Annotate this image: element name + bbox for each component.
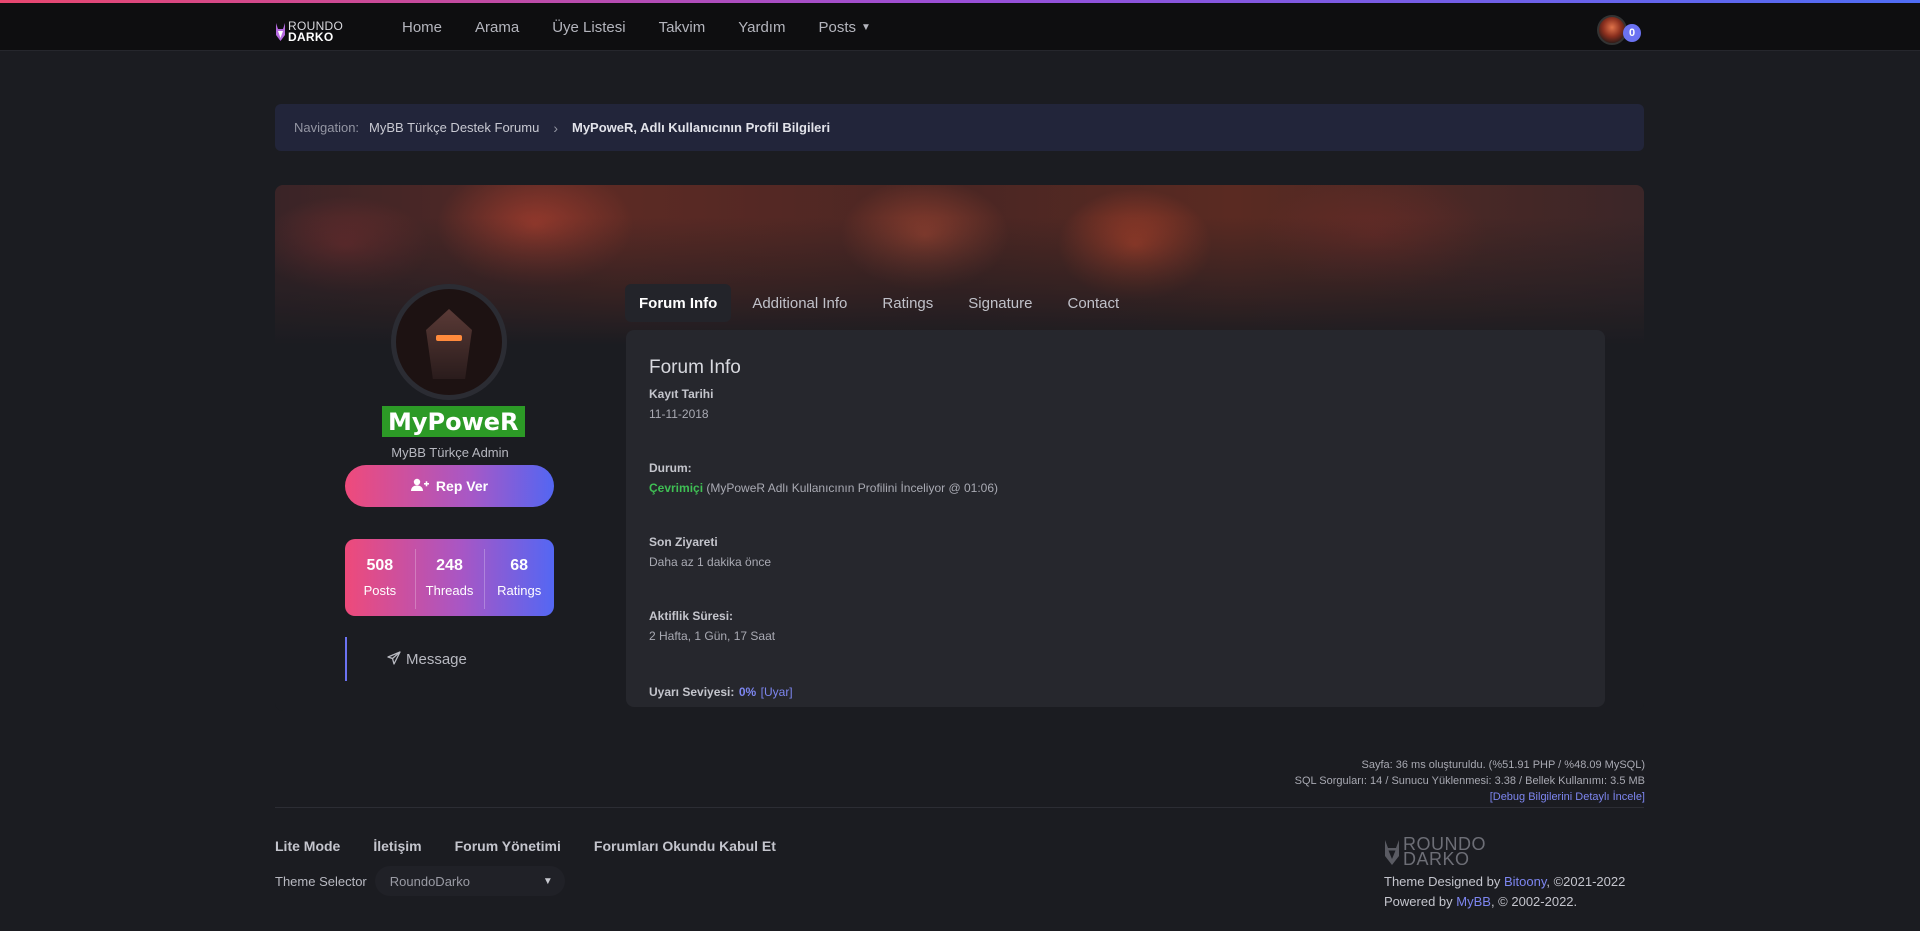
stat-posts-label: Posts [363,583,397,598]
theme-select-value: RoundoDarko [389,873,470,889]
profile-avatar [396,289,502,395]
user-plus-icon [410,478,429,495]
rep-ver-button[interactable]: Rep Ver [345,465,554,507]
profile-avatar-frame [391,284,507,400]
message-link[interactable]: Message [345,637,505,681]
debug-line-2: SQL Sorguları: 14 / Sunucu Yüklenmesi: 3… [1294,775,1645,787]
field-aktiflik: Aktiflik Süresi: 2 Hafta, 1 Gün, 17 Saat [649,609,1582,643]
footer-lite-mode[interactable]: Lite Mode [275,838,340,854]
aktif-value: 2 Hafta, 1 Gün, 17 Saat [649,629,776,643]
stat-ratings[interactable]: 68 Ratings [484,549,554,609]
stat-ratings-label: Ratings [497,583,542,598]
aktif-label: Aktiflik Süresi: [649,609,734,623]
theme-select[interactable]: RoundoDarko ▼ [374,866,565,896]
footer-divider [275,807,1644,808]
profile-card: MyPoweR MyBB Türkçe Admin Rep Ver 508 Po… [275,185,1644,711]
nav-home[interactable]: Home [402,19,442,36]
stat-posts[interactable]: 508 Posts [345,557,415,598]
profile-username: MyPoweR [382,406,525,437]
fox-logo-icon [276,23,285,41]
notification-badge[interactable]: 0 [1623,24,1641,42]
kayit-value: 11-11-2018 [649,407,709,421]
credits-text: Theme Designed by Bitoony, ©2021-2022 Po… [1384,874,1626,909]
message-label: Message [406,650,467,668]
footer-mark-read[interactable]: Forumları Okundu Kabul Et [594,838,776,854]
footer-logo: ROUNDO DARKO [1384,835,1625,869]
debug-detail-link[interactable]: [Debug Bilgilerini Detaylı İncele] [1295,789,1645,805]
footer-links: Lite Mode İletişim Forum Yönetimi Foruml… [275,838,809,854]
site-logo[interactable]: ROUNDO DARKO [275,19,343,45]
rep-ver-label: Rep Ver [435,478,489,494]
breadcrumb-forum-link[interactable]: MyBB Türkçe Destek Forumu [369,120,539,135]
stat-ratings-value: 68 [510,557,529,574]
breadcrumb: Navigation: MyBB Türkçe Destek Forumu › … [275,104,1644,151]
breadcrumb-label: Navigation: [294,120,360,135]
breadcrumb-current: MyPoweR, Adlı Kullanıcının Profil Bilgil… [571,120,831,135]
stat-posts-value: 508 [366,557,394,574]
nav-arama[interactable]: Arama [475,19,519,36]
fox-logo-icon [1385,840,1399,865]
uyar-link[interactable]: [Uyar] [761,685,793,699]
user-menu[interactable]: 0 [1597,15,1641,45]
bitoony-link[interactable]: Bitoony [1504,874,1546,889]
top-navbar: ROUNDO DARKO Home Arama Üye Listesi Takv… [0,3,1920,51]
logo-text-bottom: DARKO [288,30,334,44]
stat-threads[interactable]: 248 Threads [414,549,485,609]
son-label: Son Ziyareti [649,535,718,549]
online-status: Çevrimiçi [649,481,704,495]
debug-info: Sayfa: 36 ms oluşturuldu. (%51.91 PHP / … [1295,757,1645,805]
nav-posts-label: Posts [818,18,856,36]
nav-posts[interactable]: Posts ▼ [818,19,870,36]
debug-line-1: Sayfa: 36 ms oluşturuldu. (%51.91 PHP / … [1361,759,1646,771]
field-son-ziyareti: Son Ziyareti Daha az 1 dakika önce [649,535,1582,569]
durum-label: Durum: [649,461,692,475]
panel-title: Forum Info [649,357,741,378]
field-uyari: Uyarı Seviyesi: 0% [Uyar] [649,683,1582,701]
caret-down-icon: ▼ [860,21,871,33]
stat-threads-value: 248 [436,557,463,574]
field-durum: Durum: Çevrimiçi (MyPoweR Adlı Kullanıcı… [649,461,1582,495]
son-value: Daha az 1 dakika önce [649,555,772,569]
chevron-down-icon: ▼ [542,875,553,887]
uyari-label: Uyarı Seviyesi: [649,685,735,699]
main-nav: Home Arama Üye Listesi Takvim Yardım Pos… [402,3,904,51]
tab-additional-info[interactable]: Additional Info [738,284,861,322]
durum-detail: (MyPoweR Adlı Kullanıcının Profilini İnc… [706,481,999,495]
footer-logo-bottom: DARKO [1403,849,1470,869]
uyari-value: 0% [738,685,757,699]
breadcrumb-separator: › [553,119,558,136]
profile-user-title: MyBB Türkçe Admin [391,445,509,460]
nav-uye-listesi[interactable]: Üye Listesi [552,19,625,36]
nav-takvim[interactable]: Takvim [659,19,706,36]
profile-stats: 508 Posts 248 Threads 68 Ratings [345,539,554,616]
tab-signature[interactable]: Signature [954,284,1046,322]
nav-yardim[interactable]: Yardım [738,19,785,36]
footer-iletisim[interactable]: İletişim [373,838,421,854]
footer-forum-yonetimi[interactable]: Forum Yönetimi [455,838,561,854]
stat-threads-label: Threads [425,583,474,598]
profile-tabs: Forum Info Additional Info Ratings Signa… [625,284,1140,322]
forum-info-panel: Forum Info Kayıt Tarihi 11-11-2018 Durum… [626,330,1605,707]
tab-contact[interactable]: Contact [1053,284,1133,322]
footer-credits: ROUNDO DARKO Theme Designed by Bitoony, … [1384,835,1626,912]
kayit-label: Kayıt Tarihi [649,387,714,401]
theme-selector-row: Theme Selector RoundoDarko ▼ [275,866,565,896]
tab-ratings[interactable]: Ratings [868,284,947,322]
field-kayit-tarihi: Kayıt Tarihi 11-11-2018 [649,387,1582,421]
theme-selector-label: Theme Selector [275,873,367,889]
tab-forum-info[interactable]: Forum Info [625,284,732,322]
mybb-link[interactable]: MyBB [1456,894,1491,909]
paper-plane-icon [387,650,401,668]
